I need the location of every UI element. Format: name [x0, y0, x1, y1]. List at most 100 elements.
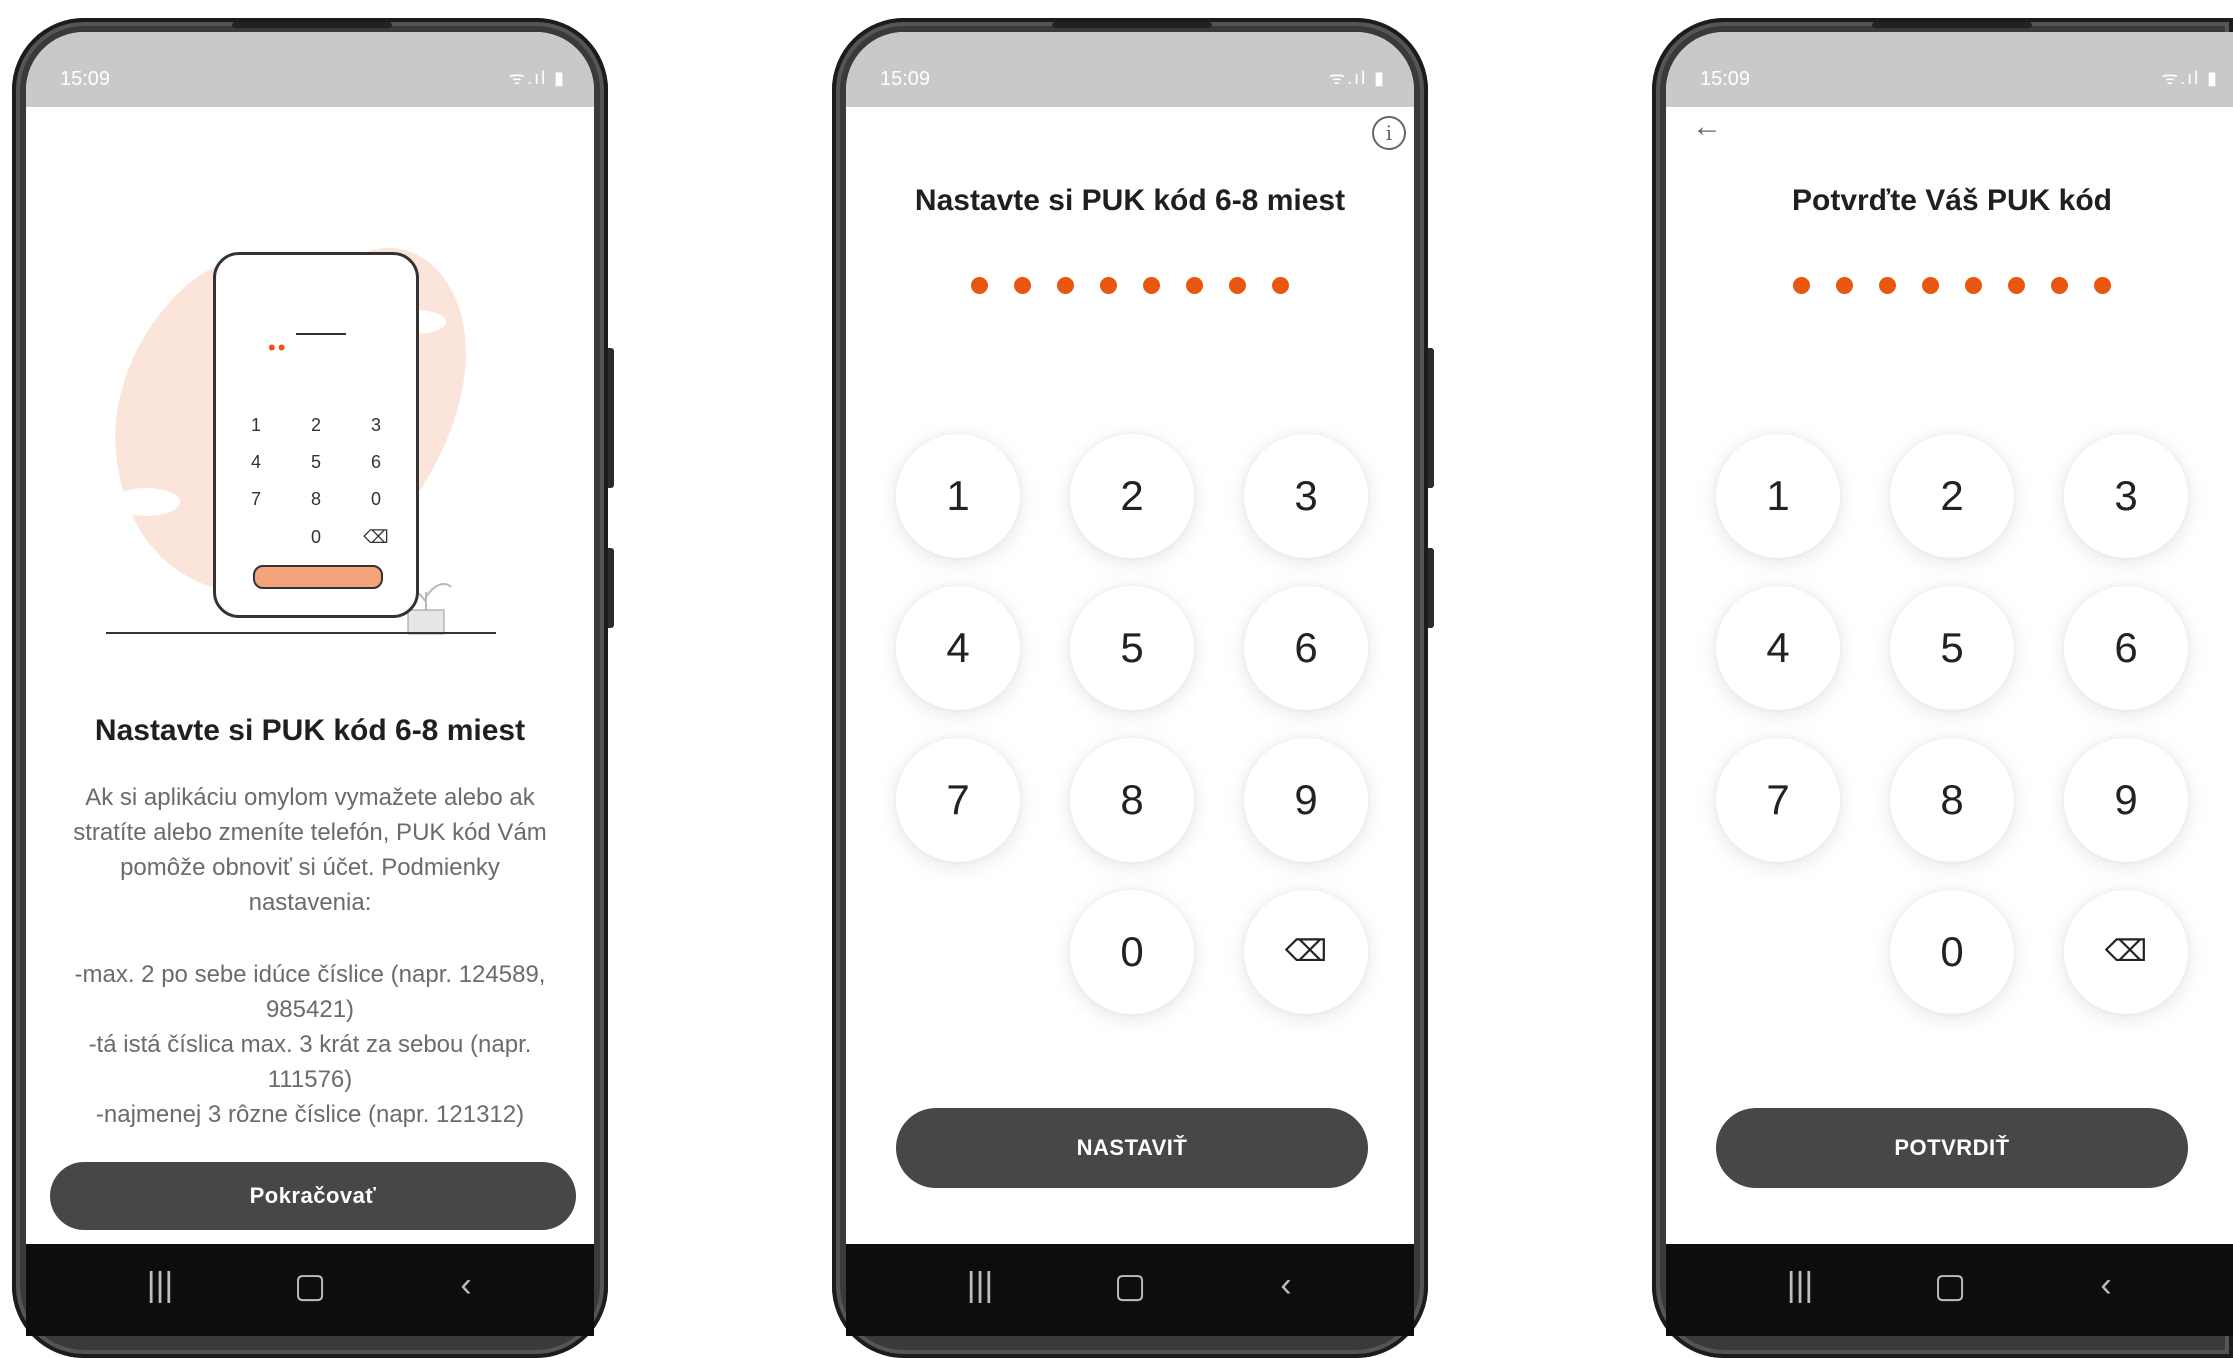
description-line: nastavenia:: [248, 889, 372, 916]
screen-confirm-puk: 15:09 ᯤ.ıl ▮ ← Potvrďte Váš PUK kód 1 2 …: [1666, 32, 2233, 1336]
mini-phone-drawing: •• 1 2 3 4 5 6 7 8 0 0 ⌫: [213, 252, 419, 618]
description-line: Ak si aplikáciu omylom vymažete alebo ak: [85, 784, 535, 811]
confirm-button[interactable]: POTVRDIŤ: [1716, 1108, 2188, 1188]
key-8[interactable]: 8: [1070, 738, 1194, 862]
description-text: Ak si aplikáciu omylom vymažete alebo ak…: [52, 780, 568, 920]
home-nav-icon[interactable]: ▢: [280, 1266, 340, 1306]
status-bar: 15:09 ᯤ.ıl ▮: [26, 32, 594, 107]
status-icons: ᯤ.ıl ▮: [2161, 68, 2219, 88]
side-button: [608, 548, 614, 628]
key-4[interactable]: 4: [1716, 586, 1840, 710]
pin-dots: [846, 277, 1414, 299]
status-bar: 15:09 ᯤ.ıl ▮: [1666, 32, 2233, 107]
pin-dot: [2094, 277, 2111, 294]
mini-key: 2: [310, 415, 321, 435]
key-2[interactable]: 2: [1070, 434, 1194, 558]
mini-key: 8: [310, 489, 321, 509]
key-9[interactable]: 9: [1244, 738, 1368, 862]
pin-dot: [1057, 277, 1074, 294]
side-button: [1428, 348, 1434, 488]
status-time: 15:09: [60, 68, 111, 90]
mini-phone-line: [296, 333, 346, 335]
speaker: [1052, 22, 1212, 28]
mini-key: 3: [370, 415, 381, 435]
page-title: Nastavte si PUK kód 6-8 miest: [914, 184, 1346, 217]
key-6[interactable]: 6: [2064, 586, 2188, 710]
set-button[interactable]: NASTAVIŤ: [896, 1108, 1368, 1188]
pin-dot: [1014, 277, 1031, 294]
pin-dot: [1100, 277, 1117, 294]
rule-line: 985421): [265, 996, 355, 1023]
backspace-icon[interactable]: ⌫: [1244, 890, 1368, 1014]
back-nav-icon[interactable]: ‹: [1256, 1266, 1316, 1305]
key-7[interactable]: 7: [1716, 738, 1840, 862]
info-icon[interactable]: i: [1372, 116, 1406, 150]
page-title: Nastavte si PUK kód 6-8 miest: [94, 714, 526, 747]
phone-frame-2: 15:09 ᯤ.ıl ▮ i Nastavte si PUK kód 6-8 m…: [832, 18, 1434, 1358]
key-5[interactable]: 5: [1070, 586, 1194, 710]
speaker: [232, 22, 392, 28]
system-navbar: ||| ▢ ‹: [26, 1244, 594, 1336]
mini-key: 6: [370, 452, 381, 472]
mini-key: 5: [310, 452, 321, 472]
mini-key: 0: [310, 527, 321, 547]
speaker: [1872, 22, 2032, 28]
key-3[interactable]: 3: [2064, 434, 2188, 558]
ground-line: [106, 632, 496, 634]
backspace-icon[interactable]: ⌫: [2064, 890, 2188, 1014]
key-9[interactable]: 9: [2064, 738, 2188, 862]
recents-nav-icon[interactable]: |||: [1770, 1266, 1830, 1305]
mini-backspace-icon: ⌫: [363, 527, 389, 547]
back-arrow-icon[interactable]: ←: [1692, 110, 1722, 144]
pin-dot: [2008, 277, 2025, 294]
side-button: [608, 348, 614, 488]
rule-line: -max. 2 po sebe idúce číslice (napr. 124…: [74, 961, 546, 988]
pin-dot: [1186, 277, 1203, 294]
key-0[interactable]: 0: [1070, 890, 1194, 1014]
key-1[interactable]: 1: [896, 434, 1020, 558]
key-5[interactable]: 5: [1890, 586, 2014, 710]
screen-set-puk: 15:09 ᯤ.ıl ▮ i Nastavte si PUK kód 6-8 m…: [846, 32, 1414, 1336]
home-nav-icon[interactable]: ▢: [1100, 1266, 1160, 1306]
key-0[interactable]: 0: [1890, 890, 2014, 1014]
key-7[interactable]: 7: [896, 738, 1020, 862]
pin-dot: [1965, 277, 1982, 294]
recents-nav-icon[interactable]: |||: [950, 1266, 1010, 1305]
pin-dot: [1229, 277, 1246, 294]
continue-button[interactable]: Pokračovať: [50, 1162, 576, 1230]
mini-phone-dots: ••: [268, 335, 288, 360]
key-8[interactable]: 8: [1890, 738, 2014, 862]
pin-dot: [1793, 277, 1810, 294]
status-bar: 15:09 ᯤ.ıl ▮: [846, 32, 1414, 107]
pin-dot: [2051, 277, 2068, 294]
phone-frame-3: 15:09 ᯤ.ıl ▮ ← Potvrďte Váš PUK kód 1 2 …: [1652, 18, 2233, 1358]
home-nav-icon[interactable]: ▢: [1920, 1266, 1980, 1306]
recents-nav-icon[interactable]: |||: [130, 1266, 190, 1305]
pin-dot: [1879, 277, 1896, 294]
description-line: stratíte alebo zmeníte telefón, PUK kód …: [73, 819, 547, 846]
key-1[interactable]: 1: [1716, 434, 1840, 558]
status-icons: ᯤ.ıl ▮: [508, 68, 566, 88]
mini-key: 4: [250, 452, 261, 472]
page-title: Potvrďte Váš PUK kód: [1792, 184, 2112, 217]
pin-dot: [1836, 277, 1853, 294]
rule-line: -tá istá číslica max. 3 krát za sebou (n…: [88, 1031, 532, 1058]
key-4[interactable]: 4: [896, 586, 1020, 710]
key-6[interactable]: 6: [1244, 586, 1368, 710]
mini-key: 7: [250, 489, 261, 509]
back-nav-icon[interactable]: ‹: [436, 1266, 496, 1305]
rule-line: -najmenej 3 rôzne číslice (napr. 121312): [95, 1101, 525, 1128]
description-line: pomôže obnoviť si účet. Podmienky: [120, 854, 500, 881]
screen-intro: 15:09 ᯤ.ıl ▮ •• 1 2 3 4 5 6 7 8 0 0 ⌫ Na…: [26, 32, 594, 1336]
key-3[interactable]: 3: [1244, 434, 1368, 558]
side-button: [1428, 548, 1434, 628]
key-2[interactable]: 2: [1890, 434, 2014, 558]
pin-dots: [1666, 277, 2233, 299]
mini-key: 0: [370, 489, 381, 509]
rule-line: 111576): [267, 1066, 353, 1093]
status-time: 15:09: [1700, 68, 1751, 90]
mini-key: 1: [250, 415, 261, 435]
system-navbar: ||| ▢ ‹: [846, 1244, 1414, 1336]
back-nav-icon[interactable]: ‹: [2076, 1266, 2136, 1305]
mini-orange-button: [253, 565, 383, 589]
